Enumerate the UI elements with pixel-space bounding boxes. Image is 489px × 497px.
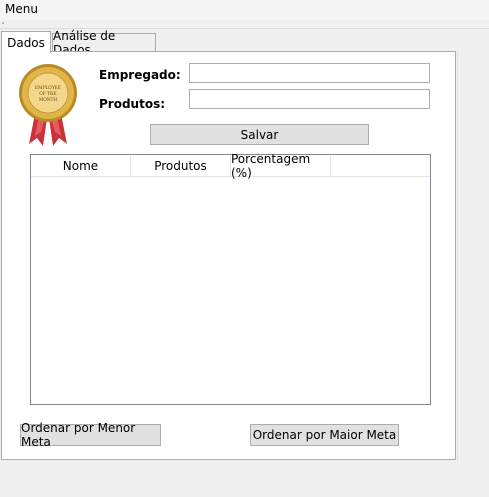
- medal-icon: EMPLOYEE OF THE MONTH: [19, 64, 77, 146]
- badge-line1: EMPLOYEE: [35, 86, 61, 91]
- column-header-nome[interactable]: Nome: [31, 155, 131, 177]
- data-table[interactable]: Nome Produtos Porcentagem (%): [30, 152, 431, 405]
- employee-field[interactable]: [189, 63, 430, 83]
- employee-label: Empregado:: [99, 68, 181, 82]
- column-header-porcentagem[interactable]: Porcentagem (%): [231, 152, 331, 180]
- sort-by-lowest-goal-button[interactable]: Ordenar por Menor Meta: [20, 421, 161, 449]
- sort-by-highest-goal-button[interactable]: Ordenar por Maior Meta: [250, 424, 399, 446]
- menu-item-menu[interactable]: Menu: [0, 0, 44, 20]
- menu-bar: Menu: [0, 0, 489, 20]
- panel-edge: [457, 51, 458, 462]
- badge-line3: MONTH: [39, 98, 58, 103]
- menu-divider: [0, 21, 489, 29]
- tab-panel-dados: EMPLOYEE OF THE MONTH Empregado: Produto…: [1, 51, 456, 460]
- table-header: Nome Produtos Porcentagem (%): [31, 152, 430, 180]
- tab-dados[interactable]: Dados: [1, 31, 51, 53]
- save-button[interactable]: Salvar: [150, 124, 369, 145]
- tab-analise-de-dados[interactable]: Análise de Dados: [52, 29, 156, 57]
- badge-line2: OF THE: [39, 92, 57, 97]
- column-header-produtos[interactable]: Produtos: [131, 155, 231, 177]
- grip-dot: [2, 22, 4, 24]
- products-field[interactable]: [189, 89, 430, 109]
- products-label: Produtos:: [99, 97, 166, 111]
